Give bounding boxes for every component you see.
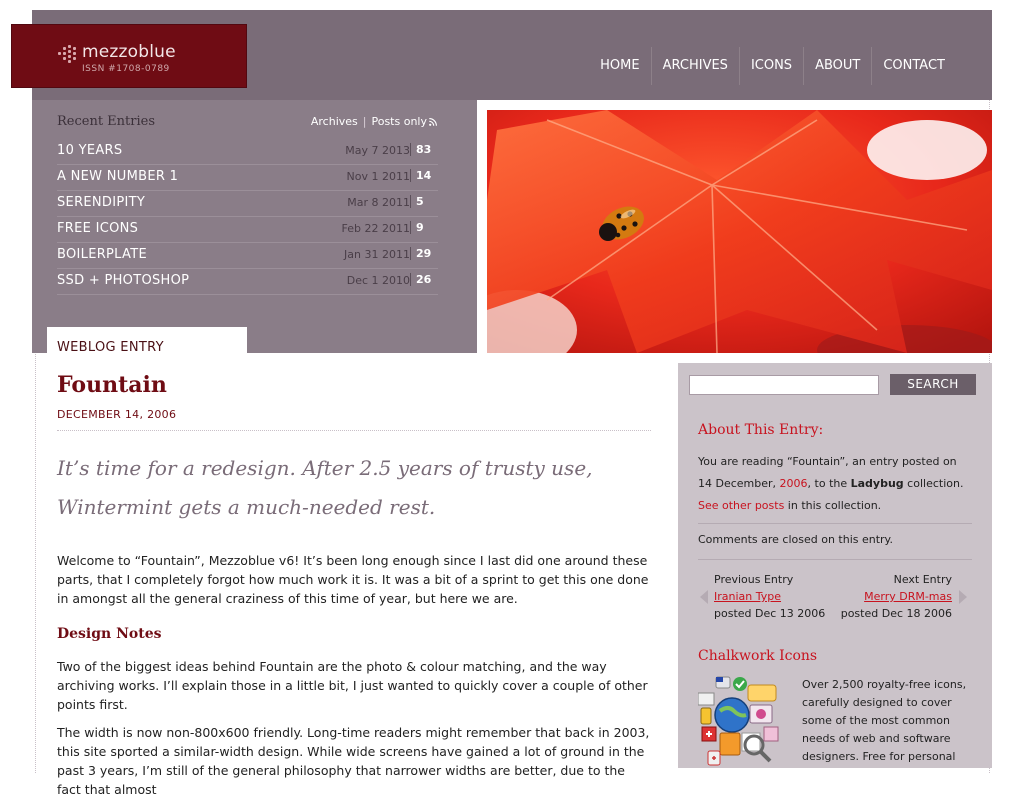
post-lead: It’s time for a redesign. After 2.5 year… (57, 449, 651, 527)
collection-name: Ladybug (850, 477, 904, 490)
post-content: Fountain DECEMBER 14, 2006 It’s time for… (57, 372, 651, 799)
next-arrow-icon[interactable] (959, 590, 967, 604)
post-paragraph: Welcome to “Fountain”, Mezzoblue v6! It’… (57, 553, 649, 606)
recent-entry-comment-count[interactable]: 26 (410, 273, 438, 286)
recent-entry[interactable]: 10 YEARS May 7 2013 83 (57, 138, 438, 165)
next-entry-label: Next Entry (893, 573, 952, 586)
recent-links: Archives | Posts only (311, 115, 437, 128)
post-date: DECEMBER 14, 2006 (57, 408, 177, 421)
recent-entry-title[interactable]: SERENDIPITY (57, 195, 145, 210)
nav-home[interactable]: HOME (589, 47, 650, 85)
recent-entry-comment-count[interactable]: 83 (410, 143, 438, 156)
nav-about[interactable]: ABOUT (803, 47, 871, 85)
logo-issn: ISSN #1708-0789 (82, 64, 170, 74)
recent-entry-comment-count[interactable]: 5 (410, 195, 438, 208)
search-button[interactable]: SEARCH (890, 374, 976, 395)
about-text-part: in this collection. (784, 499, 882, 512)
chalkwork-description: Over 2,500 royalty-free icons, carefully… (802, 678, 967, 763)
about-text-part: , to the (807, 477, 851, 490)
post-lead-line: It’s time for a redesign. After 2.5 year… (57, 456, 593, 480)
recent-entries-title: Recent Entries (57, 114, 156, 129)
previous-entry-link[interactable]: Iranian Type (714, 588, 825, 605)
nav-archives[interactable]: ARCHIVES (650, 47, 739, 85)
recent-entry-title[interactable]: BOILERPLATE (57, 247, 147, 262)
recent-entry-date: Jan 31 2011 (344, 248, 410, 261)
weblog-entry-tab: WEBLOG ENTRY (47, 327, 247, 355)
search-input[interactable] (689, 375, 879, 395)
next-entry-date: posted Dec 18 2006 (840, 607, 952, 620)
post-paragraph: The width is now non-800x600 friendly. L… (57, 725, 650, 797)
previous-entry-label: Previous Entry (714, 573, 794, 586)
weblog-entry-label: WEBLOG ENTRY (57, 340, 164, 355)
about-entry-heading: About This Entry: (698, 422, 824, 438)
post-lead-line: Wintermint gets a much-needed rest. (57, 495, 436, 519)
recent-entry[interactable]: FREE ICONS Feb 22 2011 9 (57, 216, 438, 243)
sidebar-divider (698, 559, 972, 560)
about-entry-text: You are reading “Fountain”, an entry pos… (698, 451, 972, 517)
nav-contact[interactable]: CONTACT (871, 47, 956, 85)
comments-closed-text: Comments are closed on this entry. (698, 533, 893, 546)
recent-entry[interactable]: BOILERPLATE Jan 31 2011 29 (57, 242, 438, 269)
next-entry: Next Entry Merry DRM-mas posted Dec 18 2… (841, 571, 952, 622)
archives-link[interactable]: Archives (311, 115, 358, 128)
chalkwork-icons-image[interactable] (698, 675, 782, 768)
nav-icons[interactable]: ICONS (738, 47, 803, 85)
main-nav: HOME ARCHIVES ICONS ABOUT CONTACT (589, 47, 956, 85)
year-link[interactable]: 2006 (780, 477, 808, 490)
recent-entry-comment-count[interactable]: 14 (410, 169, 438, 182)
recent-entries-panel: Recent Entries Archives | Posts only 10 YE… (32, 100, 477, 353)
recent-entry-comment-count[interactable]: 29 (410, 247, 438, 260)
next-entry-link[interactable]: Merry DRM-mas (841, 588, 952, 605)
post-paragraph: Two of the biggest ideas behind Fountain… (57, 659, 648, 712)
recent-entry[interactable]: SSD + PHOTOSHOP Dec 1 2010 26 (57, 268, 438, 295)
recent-entry-title[interactable]: 10 YEARS (57, 143, 122, 158)
recent-entry-title[interactable]: A NEW NUMBER 1 (57, 169, 178, 184)
rss-icon (429, 118, 437, 126)
logo-dots-icon (58, 45, 76, 63)
recent-entry-comment-count[interactable]: 9 (410, 221, 438, 234)
posts-only-link[interactable]: Posts only (371, 115, 427, 128)
header-photo (487, 110, 992, 353)
post-title: Fountain (57, 372, 167, 398)
sidebar-divider (698, 523, 972, 524)
recent-entry-date: Nov 1 2011 (346, 170, 410, 183)
previous-arrow-icon[interactable] (700, 590, 708, 604)
section-heading: Design Notes (57, 626, 162, 642)
previous-entry: Previous Entry Iranian Type posted Dec 1… (714, 571, 825, 622)
recent-entry-date: Mar 8 2011 (347, 196, 410, 209)
recent-entry-date: Dec 1 2010 (346, 274, 410, 287)
link-separator: | (362, 115, 367, 128)
recent-entry-date: May 7 2013 (345, 144, 410, 157)
recent-entry[interactable]: A NEW NUMBER 1 Nov 1 2011 14 (57, 164, 438, 191)
site-logo[interactable]: mezzoblue ISSN #1708-0789 (12, 25, 246, 87)
recent-entry-date: Feb 22 2011 (341, 222, 410, 235)
sidebar: SEARCH About This Entry: You are reading… (678, 363, 992, 768)
about-text-part: collection. (903, 477, 964, 490)
previous-entry-date: posted Dec 13 2006 (714, 607, 826, 620)
chalkwork-heading: Chalkwork Icons (698, 648, 818, 664)
logo-name: mezzoblue (82, 42, 176, 62)
post-divider (57, 430, 651, 431)
recent-entry-title[interactable]: SSD + PHOTOSHOP (57, 273, 189, 288)
recent-entry-title[interactable]: FREE ICONS (57, 221, 138, 236)
recent-entry[interactable]: SERENDIPITY Mar 8 2011 5 (57, 190, 438, 217)
see-other-posts-link[interactable]: See other posts (698, 499, 784, 512)
